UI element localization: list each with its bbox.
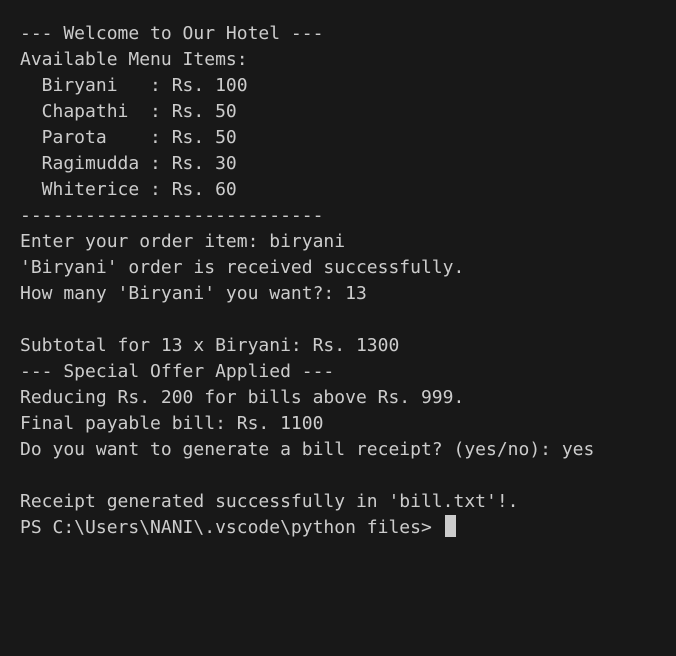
terminal-line: Enter your order item: biryani — [20, 231, 346, 252]
terminal-line: --- Welcome to Our Hotel --- — [20, 23, 324, 44]
terminal-line: Receipt generated successfully in 'bill.… — [20, 491, 519, 512]
terminal-line: Biryani : Rs. 100 — [20, 75, 248, 96]
terminal-line: Whiterice : Rs. 60 — [20, 179, 237, 200]
terminal-line: 'Biryani' order is received successfully… — [20, 257, 465, 278]
terminal-line: ---------------------------- — [20, 205, 324, 226]
terminal-line: --- Special Offer Applied --- — [20, 361, 335, 382]
terminal-prompt: PS C:\Users\NANI\.vscode\python files> — [20, 517, 443, 538]
terminal-panel[interactable]: --- Welcome to Our Hotel --- Available M… — [0, 0, 676, 656]
terminal-line: Final payable bill: Rs. 1100 — [20, 413, 324, 434]
terminal-line: Subtotal for 13 x Biryani: Rs. 1300 — [20, 335, 400, 356]
terminal-line: Available Menu Items: — [20, 49, 248, 70]
terminal-cursor[interactable] — [444, 515, 456, 537]
terminal-line: How many 'Biryani' you want?: 13 — [20, 283, 367, 304]
terminal-line: Ragimudda : Rs. 30 — [20, 153, 237, 174]
terminal-line: Do you want to generate a bill receipt? … — [20, 439, 595, 460]
terminal-line: Reducing Rs. 200 for bills above Rs. 999… — [20, 387, 465, 408]
terminal-line: Chapathi : Rs. 50 — [20, 101, 237, 122]
terminal-line: Parota : Rs. 50 — [20, 127, 237, 148]
terminal-prompt-line[interactable]: PS C:\Users\NANI\.vscode\python files> — [20, 515, 676, 541]
